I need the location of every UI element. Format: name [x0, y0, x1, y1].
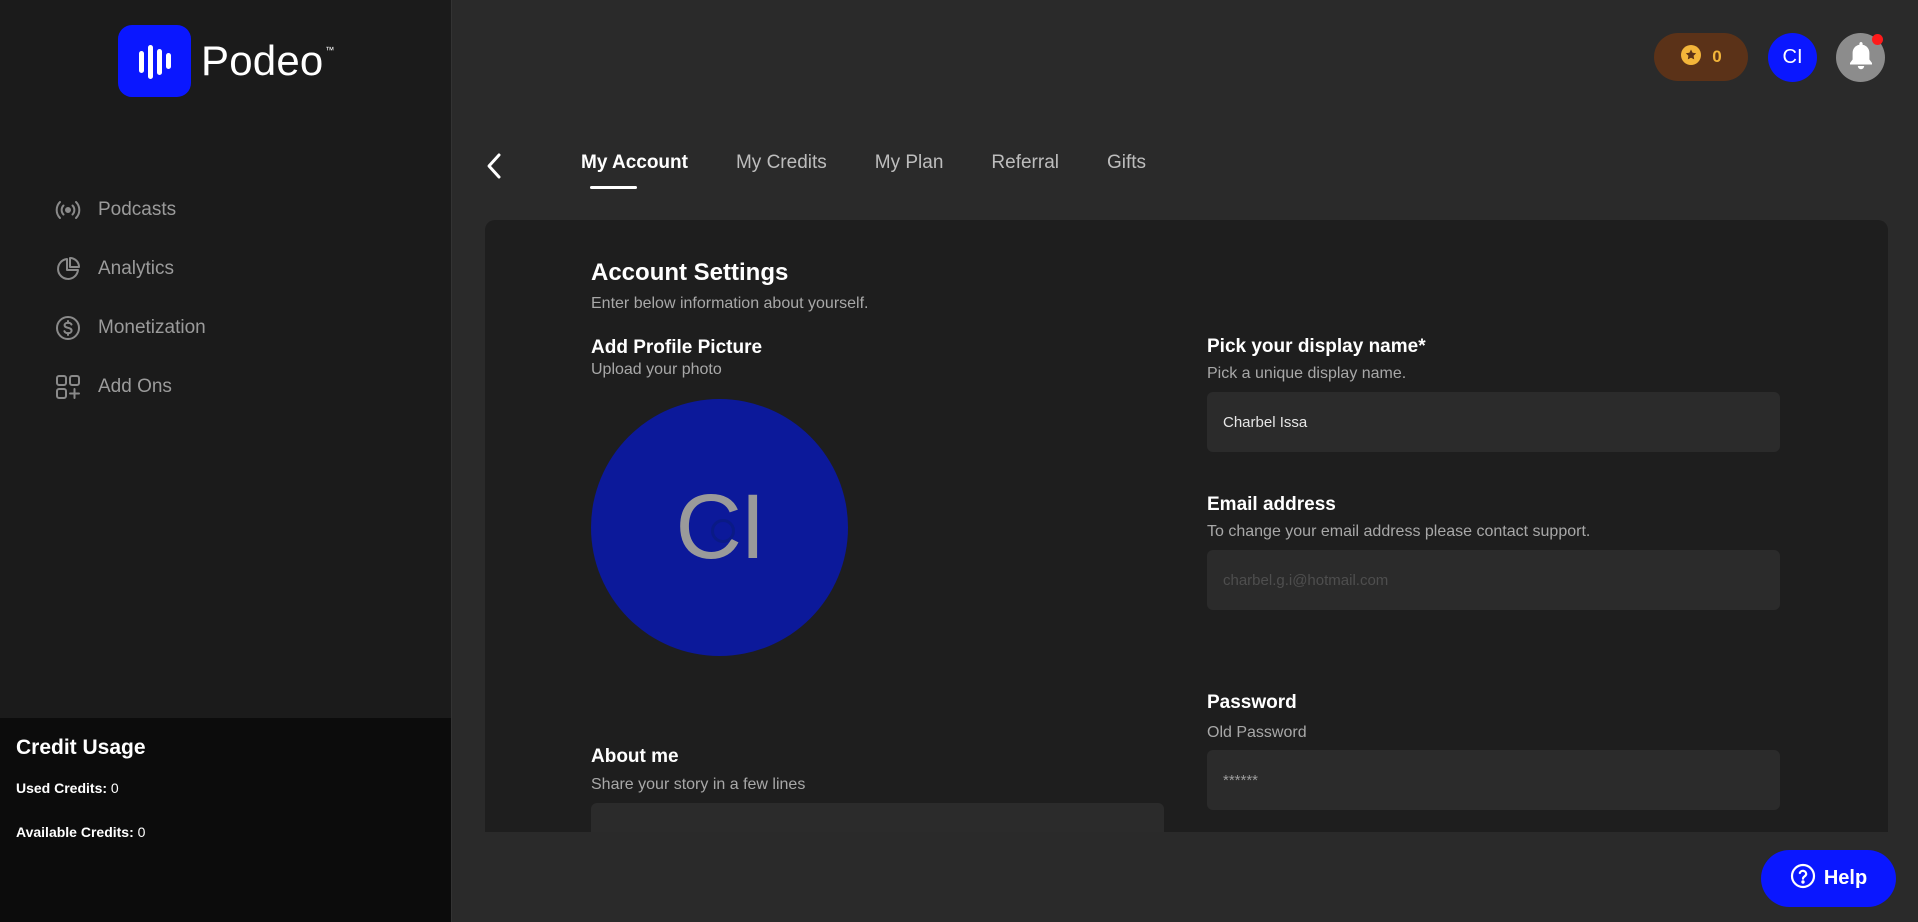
- sidebar-nav: Podcasts Analytics Monetization Add Ons: [55, 180, 206, 416]
- notification-dot: [1872, 34, 1883, 45]
- tab-my-account[interactable]: My Account: [581, 152, 688, 189]
- used-credits-label: Used Credits:: [16, 780, 108, 796]
- display-name-sublabel: Pick a unique display name.: [1207, 365, 1407, 382]
- chevron-left-icon: [485, 152, 503, 185]
- credits-count: 0: [1712, 47, 1722, 66]
- trademark-symbol: ™: [325, 45, 335, 55]
- used-credits-value: 0: [110, 780, 119, 796]
- profile-picture-sublabel: Upload your photo: [591, 361, 722, 378]
- available-credits-value: 0: [137, 824, 146, 840]
- available-credits: Available Credits: 0: [16, 824, 435, 840]
- about-me-sublabel: Share your story in a few lines: [591, 776, 806, 793]
- grid-plus-icon: [55, 374, 81, 400]
- tab-my-credits[interactable]: My Credits: [736, 152, 827, 174]
- credit-usage-title: Credit Usage: [16, 736, 146, 759]
- help-button[interactable]: Help: [1761, 850, 1896, 907]
- email-sublabel: To change your email address please cont…: [1207, 523, 1591, 540]
- account-tabs: My Account My Credits My Plan Referral G…: [581, 152, 1146, 189]
- credits-balance-button[interactable]: 0: [1654, 33, 1748, 81]
- coin-icon: [1680, 44, 1702, 71]
- bell-icon: [1847, 40, 1875, 75]
- profile-picture-upload[interactable]: CI: [591, 399, 848, 656]
- email-field[interactable]: [1207, 550, 1780, 610]
- display-name-label: Pick your display name*: [1207, 336, 1426, 357]
- tab-referral[interactable]: Referral: [991, 152, 1059, 174]
- credit-usage-panel: Credit Usage Used Credits: 0 Available C…: [0, 718, 451, 922]
- question-circle-icon: [1790, 863, 1816, 894]
- available-credits-label: Available Credits:: [16, 824, 134, 840]
- user-avatar[interactable]: CI: [1768, 33, 1817, 82]
- account-settings-card: Account Settings Enter below information…: [485, 220, 1888, 832]
- sidebar: Podeo ™ Podcasts Analytics Monetization …: [0, 0, 452, 922]
- email-label: Email address: [1207, 494, 1336, 515]
- sidebar-item-label: Analytics: [98, 257, 175, 279]
- sidebar-item-add-ons[interactable]: Add Ons: [55, 357, 206, 416]
- pie-chart-icon: [55, 256, 81, 282]
- about-me-textarea[interactable]: [591, 803, 1164, 832]
- back-button[interactable]: [482, 153, 506, 183]
- used-credits: Used Credits: 0: [16, 780, 435, 796]
- sidebar-item-analytics[interactable]: Analytics: [55, 239, 206, 298]
- dollar-circle-icon: [55, 315, 81, 341]
- tab-gifts[interactable]: Gifts: [1107, 152, 1146, 174]
- tab-my-plan[interactable]: My Plan: [875, 152, 944, 174]
- notifications-button[interactable]: [1836, 33, 1885, 82]
- sidebar-item-label: Monetization: [98, 316, 206, 338]
- podeo-logo[interactable]: Podeo ™: [118, 25, 335, 97]
- sidebar-item-label: Add Ons: [98, 375, 172, 397]
- podeo-logo-icon: [118, 25, 191, 97]
- sidebar-item-monetization[interactable]: Monetization: [55, 298, 206, 357]
- display-name-input[interactable]: [1207, 392, 1780, 452]
- help-label: Help: [1823, 867, 1868, 889]
- account-settings-title: Account Settings: [591, 259, 789, 286]
- upload-indicator-icon: [711, 519, 735, 543]
- broadcast-icon: [55, 197, 81, 223]
- sidebar-item-label: Podcasts: [98, 198, 177, 220]
- account-settings-subtitle: Enter below information about yourself.: [591, 295, 869, 312]
- password-label: Password: [1207, 692, 1297, 713]
- about-me-label: About me: [591, 746, 679, 767]
- old-password-sublabel: Old Password: [1207, 724, 1307, 741]
- sidebar-item-podcasts[interactable]: Podcasts: [55, 180, 206, 239]
- brand-name: Podeo ™: [201, 37, 335, 84]
- old-password-input[interactable]: [1207, 750, 1780, 810]
- profile-picture-label: Add Profile Picture: [591, 337, 763, 358]
